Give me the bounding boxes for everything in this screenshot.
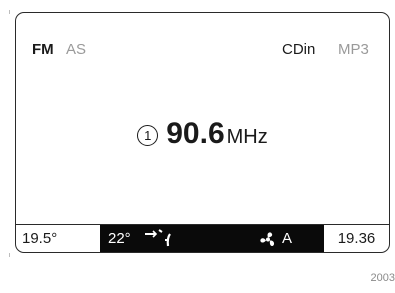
as-label[interactable]: AS [66,41,86,58]
frequency-unit: MHz [226,126,268,148]
outside-temperature: 19.5° [22,230,58,247]
cdin-label[interactable]: CDin [282,41,315,58]
frequency-value: 90.6 [166,117,225,150]
set-temperature[interactable]: 22° [108,225,131,252]
preset-circle-icon: 1 [137,125,159,146]
climate-panel[interactable]: 22° A [100,225,324,252]
band-label[interactable]: FM [32,41,54,58]
station-display: 1 90.6 MHz [16,117,389,151]
corner-mark-bottom [9,253,10,257]
mp3-label[interactable]: MP3 [338,41,369,58]
auto-mode-label[interactable]: A [282,225,292,252]
climate-status-bar: 19.5° 22° A 19.36 [16,224,389,252]
figure-code: 2003 [370,272,395,284]
corner-mark-top [9,10,10,14]
source-row: FM AS CDin MP3 [16,41,389,61]
info-display: FM AS CDin MP3 1 90.6 MHz 19.5° 22° A 19… [15,12,390,253]
clock: 19.36 [337,230,376,247]
airflow-distribution-icon[interactable] [144,228,178,252]
fan-icon[interactable] [258,230,278,252]
